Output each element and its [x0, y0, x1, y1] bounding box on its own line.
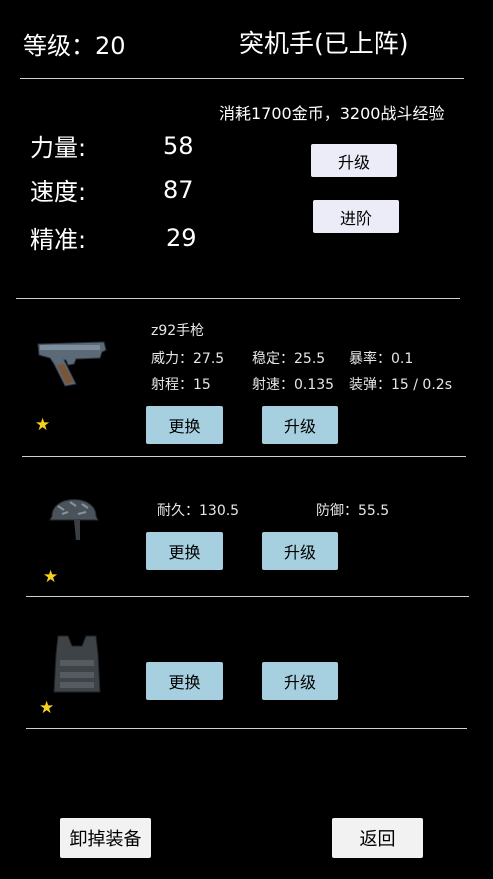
weapon-attr-firerate-value: 0.135: [294, 377, 335, 393]
unequip-button[interactable]: 卸掉装备: [60, 818, 151, 858]
helmet-attr-defense-label: 防御：: [316, 503, 358, 519]
weapon-divider: [22, 456, 466, 457]
advance-button[interactable]: 进阶: [313, 200, 399, 233]
stats-divider: [16, 298, 460, 299]
vest-replace-button[interactable]: 更换: [146, 662, 223, 700]
vest-star-icon: ★: [39, 698, 55, 718]
weapon-attr-firerate: 射速：0.135: [252, 374, 334, 394]
weapon-attr-range-label: 射程：: [151, 377, 193, 393]
weapon-star-icon: ★: [35, 415, 51, 435]
stat-label-strength: 力量:: [30, 134, 87, 162]
weapon-upgrade-button[interactable]: 升级: [262, 406, 338, 444]
level-label: 等级：20: [23, 26, 126, 61]
vest-icon: [50, 632, 104, 698]
stat-label-speed: 速度:: [30, 178, 87, 206]
pistol-icon: [36, 338, 108, 388]
helmet-attr-defense: 防御：55.5: [316, 500, 389, 520]
weapon-attr-firerate-label: 射速：: [252, 377, 294, 393]
back-button[interactable]: 返回: [332, 818, 423, 858]
weapon-attr-crit-value: 0.1: [391, 351, 414, 367]
level-value: 20: [95, 32, 126, 60]
upgrade-cost-text: 消耗1700金币，3200战斗经验: [219, 104, 445, 123]
weapon-replace-button[interactable]: 更换: [146, 406, 223, 444]
stat-value-strength: 58: [163, 132, 194, 160]
vest-upgrade-button[interactable]: 升级: [262, 662, 338, 700]
weapon-attr-stability-value: 25.5: [294, 351, 326, 367]
stat-label-accuracy: 精准:: [30, 226, 87, 254]
weapon-attr-reload-label: 装弹：: [349, 377, 391, 393]
helmet-attr-durability-value: 130.5: [199, 503, 240, 519]
weapon-attr-power: 威力：27.5: [151, 348, 224, 368]
stat-value-speed: 87: [163, 176, 194, 204]
helmet-attr-durability-label: 耐久：: [157, 503, 199, 519]
helmet-attr-defense-value: 55.5: [358, 503, 390, 519]
header-divider: [20, 78, 464, 79]
helmet-replace-button[interactable]: 更换: [146, 532, 223, 570]
stat-value-accuracy: 29: [166, 224, 197, 252]
weapon-attr-power-label: 威力：: [151, 351, 193, 367]
weapon-attr-reload-value: 15 / 0.2s: [391, 377, 452, 393]
helmet-upgrade-button[interactable]: 升级: [262, 532, 338, 570]
helmet-icon: [48, 484, 100, 540]
weapon-attr-range-value: 15: [193, 377, 211, 393]
weapon-attr-stability: 稳定：25.5: [252, 348, 325, 368]
helmet-star-icon: ★: [43, 567, 59, 587]
weapon-attr-stability-label: 稳定：: [252, 351, 294, 367]
vest-divider: [26, 728, 467, 729]
helmet-attr-durability: 耐久：130.5: [157, 500, 239, 520]
level-label-text: 等级：: [23, 32, 95, 60]
weapon-attr-range: 射程：15: [151, 374, 211, 394]
weapon-attr-power-value: 27.5: [193, 351, 225, 367]
upgrade-button[interactable]: 升级: [311, 144, 397, 177]
role-name: 突机手(已上阵): [239, 29, 409, 58]
weapon-attr-crit-label: 暴率：: [349, 351, 391, 367]
helmet-divider: [26, 596, 469, 597]
weapon-attr-crit: 暴率：0.1: [349, 348, 413, 368]
weapon-name: z92手枪: [151, 323, 205, 339]
weapon-attr-reload: 装弹：15 / 0.2s: [349, 374, 452, 394]
